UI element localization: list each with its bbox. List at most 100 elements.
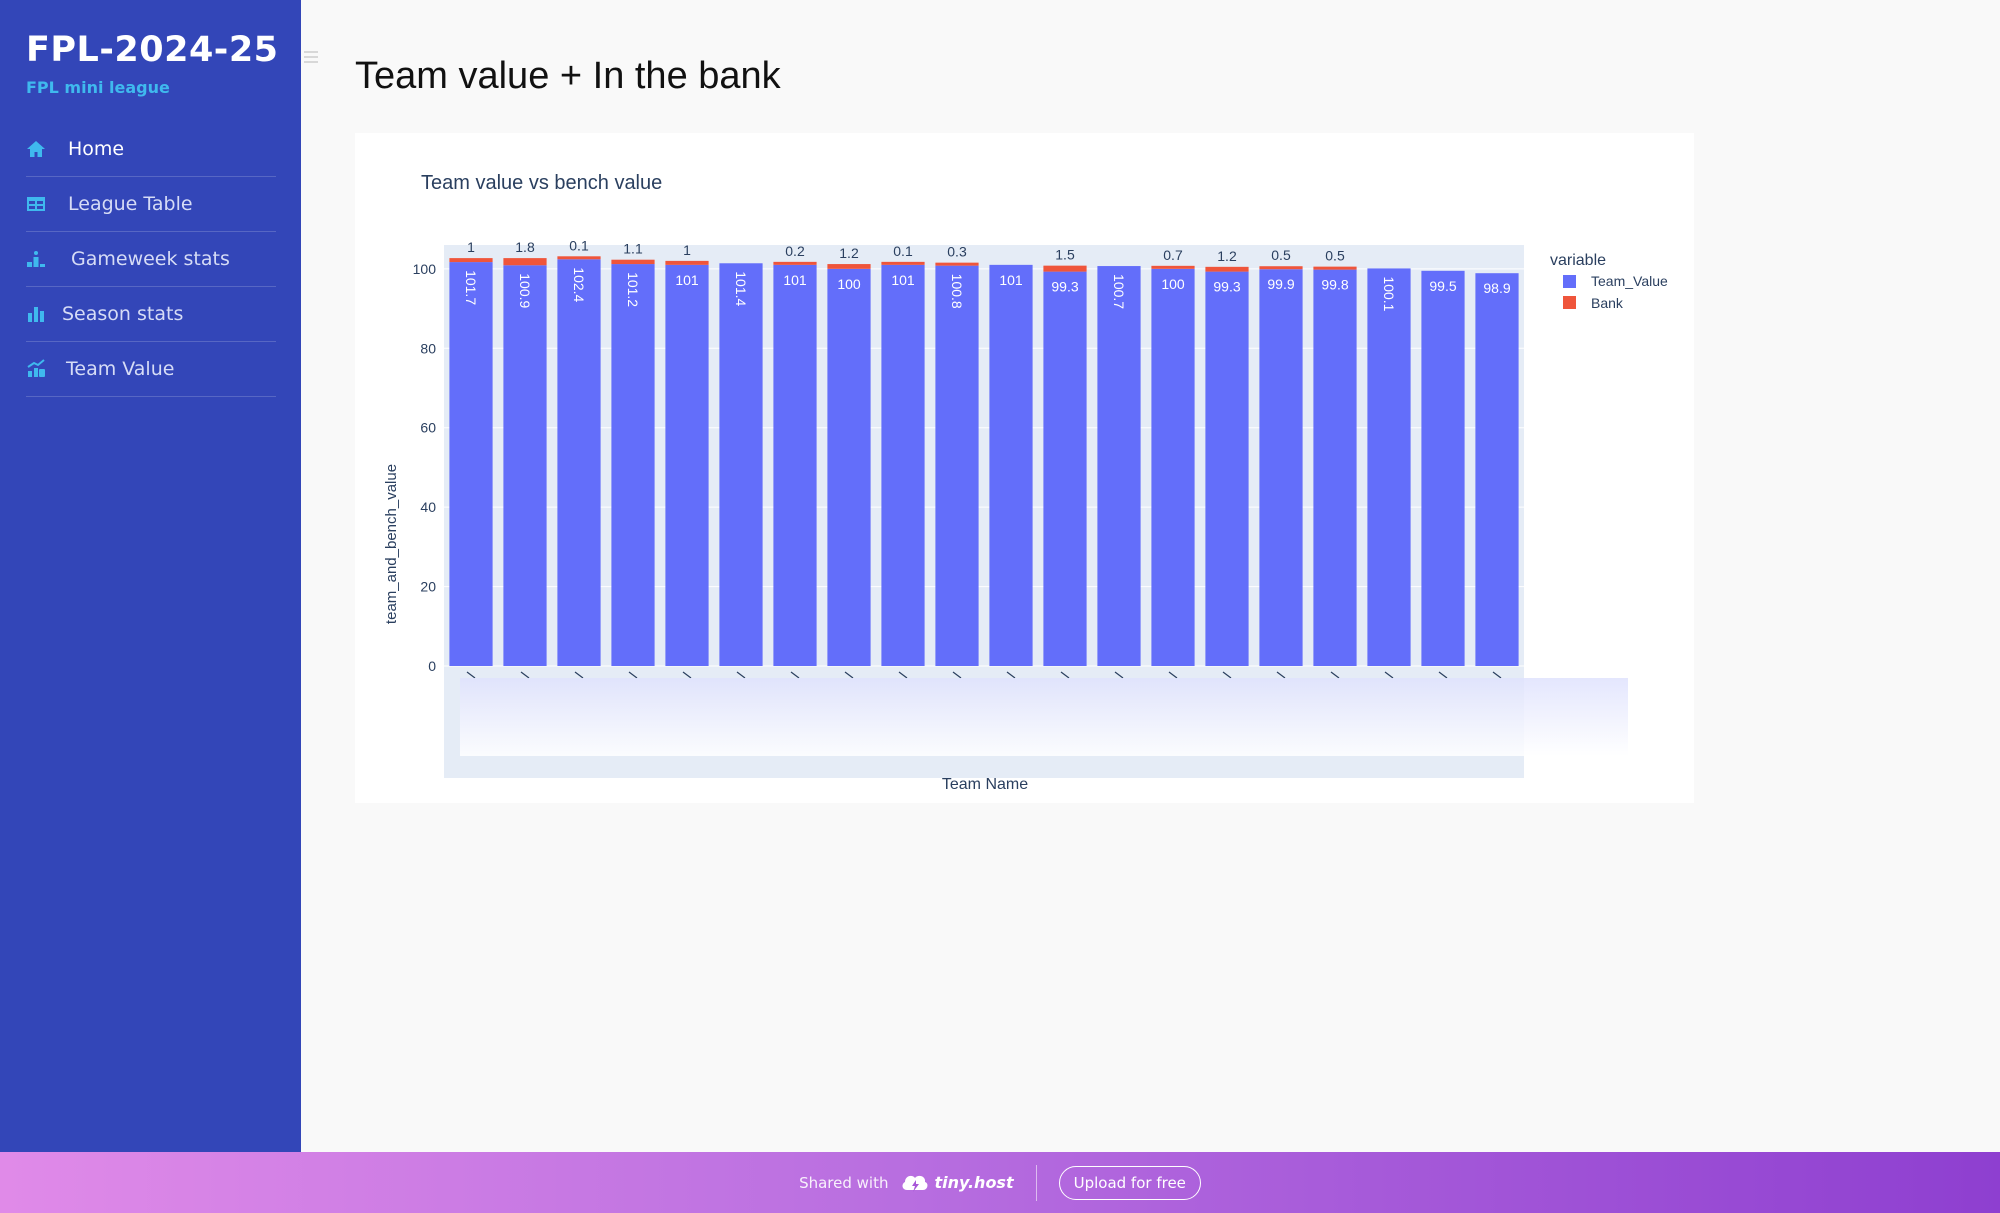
legend-swatch xyxy=(1563,275,1576,288)
team-value-bar xyxy=(1205,271,1249,666)
team-value-bar xyxy=(1367,268,1411,666)
team-value-label: 100 xyxy=(837,276,861,292)
legend-swatch xyxy=(1563,296,1576,309)
sidebar-item-home[interactable]: Home xyxy=(26,122,276,177)
team-value-bar xyxy=(557,259,601,666)
bank-bar xyxy=(611,259,655,265)
team-value-bar xyxy=(611,264,655,666)
sidebar-item-gameweek-stats[interactable]: Gameweek stats xyxy=(26,232,276,287)
y-axis-label: team_and_bench_value xyxy=(383,464,400,624)
y-tick-label: 80 xyxy=(420,340,436,356)
sidebar-item-label: League Table xyxy=(68,193,193,215)
sidebar-item-label: Season stats xyxy=(62,303,184,325)
team-value-bar xyxy=(1151,268,1195,666)
team-value-label: 101 xyxy=(783,272,807,288)
team-value-label: 99.5 xyxy=(1429,278,1456,294)
legend-title: variable xyxy=(1550,252,1606,269)
bank-bar xyxy=(881,261,925,265)
table-icon xyxy=(27,197,45,211)
team-value-bar xyxy=(665,264,709,666)
team-value-label: 100.1 xyxy=(1381,276,1397,311)
team-value-label: 99.9 xyxy=(1267,276,1294,292)
upload-button[interactable]: Upload for free xyxy=(1058,1165,1201,1200)
team-value-bar xyxy=(827,268,871,666)
bank-value-label: 0.7 xyxy=(1163,247,1183,263)
x-axis-label: Team Name xyxy=(942,776,1028,793)
bank-value-label: 1.2 xyxy=(839,245,859,261)
bank-value-label: 1.5 xyxy=(1055,247,1075,263)
bank-value-label: 0.1 xyxy=(569,237,589,253)
legend-item-bank[interactable]: Bank xyxy=(1563,295,1624,311)
team-value-bar xyxy=(1313,269,1357,666)
app-subtitle: FPL mini league xyxy=(26,78,170,97)
y-tick-label: 100 xyxy=(413,261,437,277)
sidebar-item-season-stats[interactable]: Season stats xyxy=(26,287,276,342)
team-value-label: 100.8 xyxy=(949,274,965,309)
team-value-label: 100.9 xyxy=(517,273,533,308)
bank-bar xyxy=(1259,266,1303,270)
sidebar-toggle-handle[interactable] xyxy=(304,48,318,66)
chart-title: Team value vs bench value xyxy=(421,172,662,194)
team-value-label: 101.4 xyxy=(733,271,749,306)
team-value-bar xyxy=(449,262,493,666)
bank-value-label: 0.5 xyxy=(1325,248,1345,264)
team-value-bar xyxy=(503,265,547,666)
brand-name: tiny.host xyxy=(934,1173,1014,1192)
team-value-bar xyxy=(1421,270,1465,666)
cloud-bolt-icon xyxy=(903,1175,928,1192)
bank-bar xyxy=(503,258,547,266)
team-value-label: 101.2 xyxy=(625,272,641,307)
team-value-bar xyxy=(719,263,763,666)
team-value-bar xyxy=(1475,273,1519,666)
home-icon xyxy=(27,141,45,157)
team-value-label: 99.3 xyxy=(1213,279,1240,295)
shared-with-text: Shared with xyxy=(799,1173,889,1192)
money-chart-icon xyxy=(27,359,45,377)
team-value-label: 101 xyxy=(999,272,1023,288)
team-value-chart: Team value vs bench value 0 20 40 60 80 100 1… xyxy=(383,172,1668,793)
team-value-label: 101 xyxy=(891,272,915,288)
bank-bar xyxy=(1043,265,1087,272)
bar-chart-icon xyxy=(28,307,44,322)
bank-value-label: 1.2 xyxy=(1217,248,1237,264)
page-title: Team value + In the bank xyxy=(355,55,781,97)
y-axis-ticks: 0 20 40 60 80 100 xyxy=(413,261,437,674)
team-value-label: 101.7 xyxy=(463,270,479,305)
bank-bar xyxy=(1313,266,1357,270)
app-title[interactable]: FPL-2024-25 xyxy=(26,30,279,70)
sidebar-item-label: Home xyxy=(68,138,125,160)
legend-label: Team_Value xyxy=(1591,273,1668,289)
team-value-bar xyxy=(881,264,925,666)
sidebar-item-label: Gameweek stats xyxy=(71,248,230,270)
legend-label: Bank xyxy=(1591,295,1624,311)
tiny-host-logo[interactable]: tiny.host xyxy=(900,1172,1014,1194)
sidebar-item-league-table[interactable]: League Table xyxy=(26,177,276,232)
bank-bar xyxy=(1151,265,1195,269)
team-value-label: 99.3 xyxy=(1051,279,1078,295)
bank-bar xyxy=(935,262,979,266)
team-value-bar xyxy=(935,265,979,666)
sidebar-item-team-value[interactable]: Team Value xyxy=(26,342,276,397)
sidebar: FPL-2024-25 FPL mini league Home League … xyxy=(0,0,301,1152)
team-value-label: 100 xyxy=(1161,276,1185,292)
bank-value-label: 0.2 xyxy=(785,243,805,259)
y-tick-label: 0 xyxy=(428,658,436,674)
legend-item-team-value[interactable]: Team_Value xyxy=(1563,273,1668,289)
sidebar-nav: Home League Table Gameweek stats Season … xyxy=(26,122,276,397)
bank-value-label: 1.1 xyxy=(623,241,643,257)
bank-value-label: 0.5 xyxy=(1271,247,1291,263)
range-slider[interactable] xyxy=(460,678,1628,756)
team-value-bar xyxy=(1259,269,1303,666)
team-value-bar xyxy=(1043,271,1087,666)
footer-bar: Shared with tiny.host Upload for free xyxy=(0,1152,2000,1213)
bank-value-label: 1.8 xyxy=(515,239,535,255)
bank-bar xyxy=(773,261,817,265)
team-value-label: 99.8 xyxy=(1321,277,1348,293)
bank-bar xyxy=(557,256,601,260)
y-tick-label: 60 xyxy=(420,420,436,436)
team-value-label: 102.4 xyxy=(571,267,587,302)
y-tick-label: 40 xyxy=(420,499,436,515)
bank-bar xyxy=(827,264,871,269)
y-tick-label: 20 xyxy=(420,579,436,595)
podium-icon xyxy=(27,251,45,267)
